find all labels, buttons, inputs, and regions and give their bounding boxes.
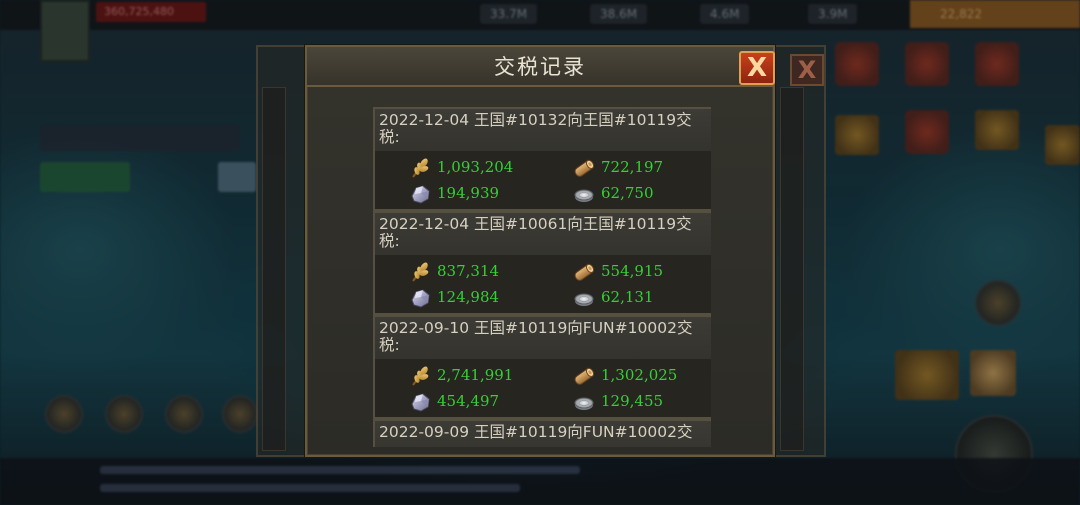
tax-record-resources: 2,741,991 1,302,025 454,497 129,455 bbox=[375, 359, 711, 417]
silver-value: 62,750 bbox=[601, 184, 654, 202]
tax-record-list[interactable]: 2022-12-04 王国#10132向王国#10119交税: 1,093,204… bbox=[369, 107, 711, 447]
wood-value: 554,915 bbox=[601, 262, 664, 280]
wheat-icon bbox=[409, 157, 431, 179]
tax-record-header: 2022-12-04 王国#10132向王国#10119交税: bbox=[375, 109, 711, 151]
stone-ore-icon bbox=[409, 287, 431, 309]
close-button[interactable]: X bbox=[739, 51, 775, 85]
silver-coin-icon bbox=[573, 391, 595, 413]
silver-coin-icon bbox=[573, 183, 595, 205]
wood-log-icon bbox=[573, 261, 595, 283]
tax-record: 2022-12-04 王国#10132向王国#10119交税: 1,093,204… bbox=[373, 107, 711, 211]
tax-record-dialog: 交税记录 X 2022-12-04 王国#10132向王国#10119交税: 1,… bbox=[305, 45, 775, 457]
food-value: 837,314 bbox=[437, 262, 500, 280]
wood-log-icon bbox=[573, 365, 595, 387]
tax-record: 2022-09-09 王国#10119向FUN#10002交 bbox=[373, 419, 711, 447]
ghost-side-left bbox=[262, 87, 286, 451]
tax-record-header: 2022-09-09 王国#10119向FUN#10002交 bbox=[375, 421, 711, 447]
silver-coin-icon bbox=[573, 287, 595, 309]
silver-value: 129,455 bbox=[601, 392, 664, 410]
silver-value: 62,131 bbox=[601, 288, 654, 306]
food-value: 2,741,991 bbox=[437, 366, 514, 384]
wood-value: 722,197 bbox=[601, 158, 664, 176]
wheat-icon bbox=[409, 261, 431, 283]
tax-record: 2022-12-04 王国#10061向王国#10119交税: 837,314 55… bbox=[373, 211, 711, 315]
wood-value: 1,302,025 bbox=[601, 366, 678, 384]
dialog-title: 交税记录 bbox=[494, 55, 586, 79]
stone-ore-icon bbox=[409, 183, 431, 205]
stone-value: 454,497 bbox=[437, 392, 500, 410]
tax-record-resources: 837,314 554,915 124,984 62,131 bbox=[375, 255, 711, 313]
stone-value: 194,939 bbox=[437, 184, 500, 202]
stone-value: 124,984 bbox=[437, 288, 500, 306]
ghost-close-icon: X bbox=[790, 54, 824, 86]
tax-record-resources: 1,093,204 722,197 194,939 62,750 bbox=[375, 151, 711, 209]
stone-ore-icon bbox=[409, 391, 431, 413]
food-value: 1,093,204 bbox=[437, 158, 514, 176]
wood-log-icon bbox=[573, 157, 595, 179]
tax-record-header: 2022-09-10 王国#10119向FUN#10002交税: bbox=[375, 317, 711, 359]
wheat-icon bbox=[409, 365, 431, 387]
tax-record: 2022-09-10 王国#10119向FUN#10002交税: 2,741,99… bbox=[373, 315, 711, 419]
dialog-titlebar: 交税记录 bbox=[307, 47, 773, 87]
tax-record-header: 2022-12-04 王国#10061向王国#10119交税: bbox=[375, 213, 711, 255]
ghost-side-right bbox=[780, 87, 804, 451]
